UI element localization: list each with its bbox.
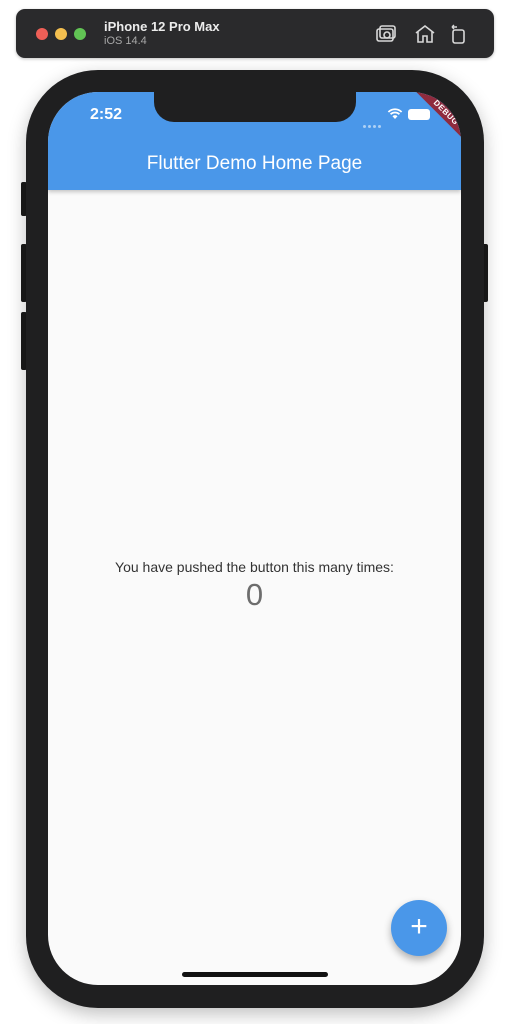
cellular-signal-icon: [363, 115, 383, 133]
os-version: iOS 14.4: [104, 35, 147, 47]
window-minimize-button[interactable]: [55, 28, 67, 40]
device-screen: 2:52 Flutter Demo Home Page DEBUG You ha…: [48, 92, 461, 985]
simulator-stage: iPhone 12 Pro Max iOS 14.4 2:52 Flutter …: [0, 0, 506, 1024]
debug-banner-label: DEBUG: [413, 92, 461, 140]
plus-icon: +: [410, 910, 428, 943]
wifi-icon: [386, 107, 404, 125]
screenshot-icon[interactable]: [375, 24, 397, 44]
increment-button[interactable]: +: [391, 900, 447, 956]
device-name: iPhone 12 Pro Max: [104, 19, 220, 34]
device-notch: [154, 92, 356, 122]
home-indicator[interactable]: [182, 972, 328, 977]
counter-value: 0: [245, 577, 264, 612]
window-zoom-button[interactable]: [74, 28, 86, 40]
rotate-icon[interactable]: [448, 24, 470, 44]
counter-label: You have pushed the button this many tim…: [115, 559, 394, 575]
window-close-button[interactable]: [36, 28, 48, 40]
debug-banner: DEBUG: [413, 92, 461, 140]
page-title: Flutter Demo Home Page: [146, 153, 363, 174]
home-icon[interactable]: [414, 24, 436, 44]
status-time: 2:52: [90, 106, 123, 123]
